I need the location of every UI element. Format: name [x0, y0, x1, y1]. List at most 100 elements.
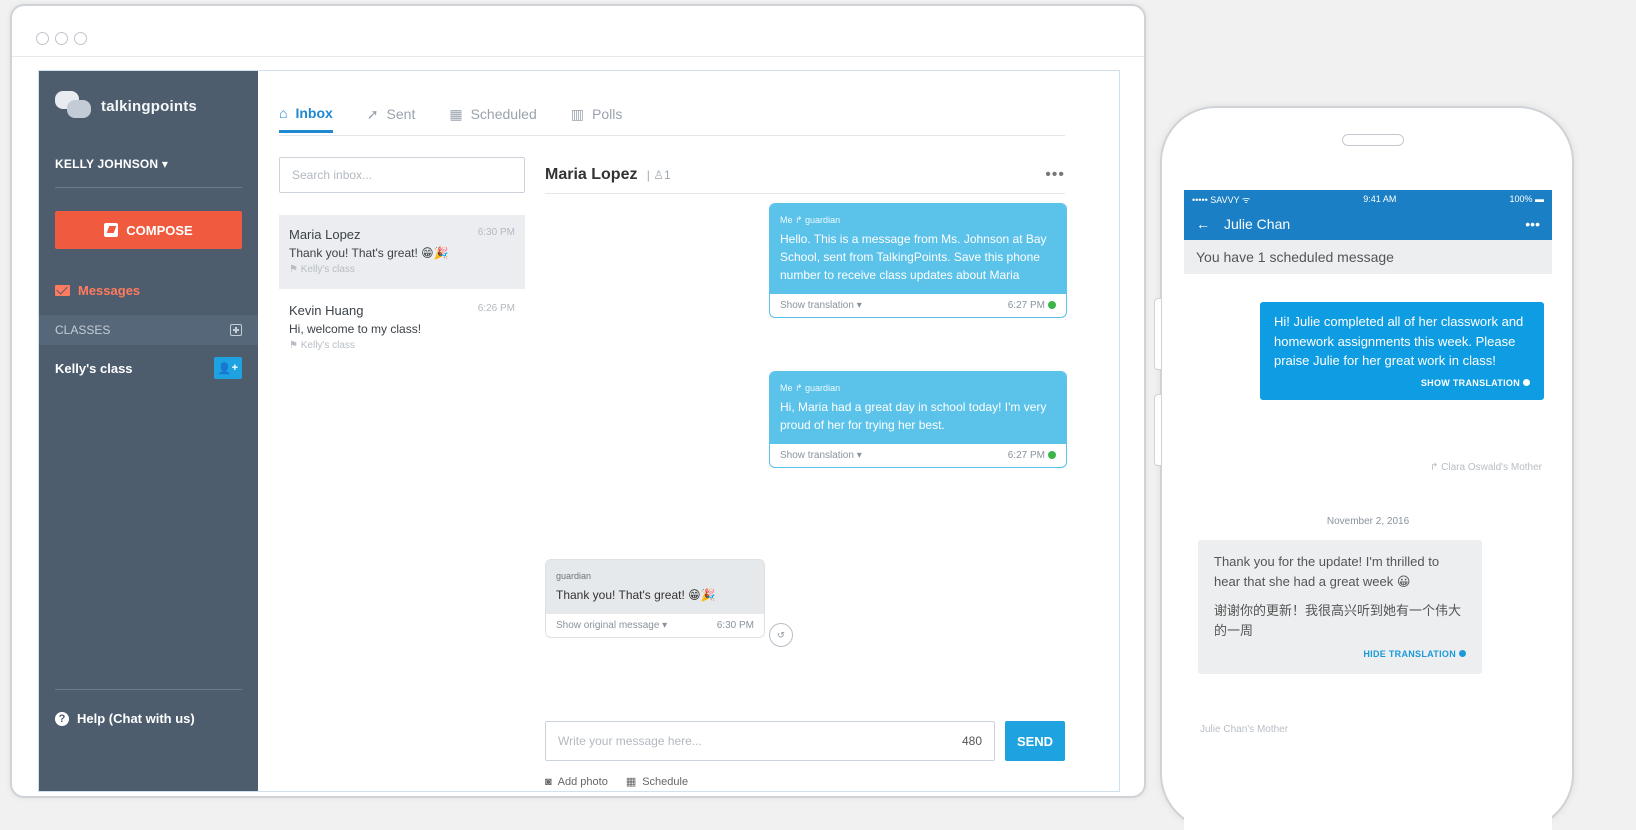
browser-window: talkingpoints KELLY JOHNSON ▾ COMPOSE Me…	[10, 4, 1146, 798]
conversation-item[interactable]: Maria Lopez 6:30 PM Thank you! That's gr…	[279, 215, 525, 289]
add-class-icon[interactable]	[230, 324, 242, 336]
envelope-icon	[55, 285, 70, 296]
thread-header: Maria Lopez | ♙1 •••	[545, 157, 1065, 194]
send-icon: ➚	[366, 105, 379, 122]
sidebar-item-label: Messages	[78, 283, 141, 298]
char-count: 480	[961, 734, 982, 748]
back-arrow-icon[interactable]: ←	[1196, 216, 1210, 232]
send-button[interactable]: SEND	[1005, 721, 1065, 761]
conversation-item[interactable]: Kevin Huang 6:26 PM Hi, welcome to my cl…	[279, 291, 525, 365]
phone-screen: ••••• SAVVY ᯤ 9:41 AM 100% ▬ ← Julie Cha…	[1184, 190, 1552, 830]
help-label: Help (Chat with us)	[77, 711, 195, 726]
message-time-value: 6:27 PM	[1007, 449, 1045, 461]
compose-button[interactable]: COMPOSE	[55, 211, 242, 249]
sidebar-item-kellys-class[interactable]: Kelly's class 👤 +	[55, 357, 242, 379]
user-menu[interactable]: KELLY JOHNSON ▾	[55, 157, 168, 171]
talkingpoints-app: talkingpoints KELLY JOHNSON ▾ COMPOSE Me…	[38, 70, 1120, 792]
bar-chart-icon: ▥	[570, 105, 584, 122]
battery-icon: ▬	[1535, 194, 1544, 204]
compose-label: COMPOSE	[126, 222, 193, 238]
brand: talkingpoints	[55, 91, 197, 121]
camera-icon: ◙	[545, 775, 552, 788]
class-name: Kelly's class	[55, 360, 133, 376]
inbox-icon: ⌂	[279, 104, 288, 121]
reply-icon[interactable]: ↺	[769, 623, 793, 647]
message-meta: Me ↱ guardian	[780, 383, 841, 393]
conversation-time: 6:26 PM	[477, 303, 515, 314]
search-input[interactable]	[279, 157, 525, 193]
incoming-message: guardian Thank you! That's great! 😁🎉 Sho…	[545, 559, 765, 638]
outgoing-message: Hi! Julie completed all of her classwork…	[1260, 302, 1544, 400]
show-original-link[interactable]: Show original message ▾	[556, 620, 667, 631]
hide-translation-link[interactable]: HIDE TRANSLATION	[1214, 648, 1466, 662]
minimize-window-button[interactable]	[55, 32, 68, 45]
guardian-icon: ♙	[653, 168, 665, 182]
thread-member-count: | ♙1	[643, 168, 671, 182]
tab-sent[interactable]: ➚ Sent	[367, 95, 416, 133]
message-meta: guardian	[556, 571, 592, 581]
tab-polls[interactable]: ▥ Polls	[571, 95, 623, 133]
help-chat-link[interactable]: ? Help (Chat with us)	[55, 711, 195, 726]
phone-nav-bar: ← Julie Chan •••	[1184, 208, 1552, 240]
show-translation-link[interactable]: Show translation ▾	[780, 300, 862, 311]
conversation-name: Kevin Huang	[289, 303, 364, 318]
tab-inbox[interactable]: ⌂ Inbox	[279, 95, 333, 133]
maximize-window-button[interactable]	[74, 32, 87, 45]
talkingpoints-logo-icon	[55, 91, 93, 121]
brand-name: talkingpoints	[101, 97, 197, 115]
scheduled-banner[interactable]: You have 1 scheduled message	[1184, 240, 1552, 274]
message-text: Thank you! That's great! 😁🎉	[556, 587, 716, 602]
translated-text: 谢谢你的更新！我很高兴听到她有一个伟大的一周	[1214, 603, 1462, 638]
message-input[interactable]: Write your message here... 480	[545, 721, 995, 761]
add-user-icon: 👤	[217, 362, 232, 375]
message-time-value: 6:27 PM	[1007, 299, 1045, 311]
conversation-class: ⚑ Kelly's class	[289, 340, 515, 351]
close-window-button[interactable]	[36, 32, 49, 45]
add-member-label: +	[231, 362, 239, 374]
message-time: 6:27 PM	[1008, 300, 1056, 311]
show-translation-link[interactable]: Show translation ▾	[780, 450, 862, 461]
conversation-preview: Hi, welcome to my class!	[289, 322, 422, 336]
conversation-time: 6:30 PM	[477, 227, 515, 238]
outgoing-message: Me ↱ guardian Hi, Maria had a great day …	[769, 371, 1067, 468]
info-icon	[1459, 650, 1466, 657]
message-sender: Julie Chan's Mother	[1200, 724, 1289, 735]
tab-label: Polls	[592, 106, 623, 122]
volume-down-button	[1154, 394, 1161, 466]
divider	[55, 187, 242, 188]
message-meta: Me ↱ guardian	[780, 215, 841, 225]
incoming-message: Thank you for the update! I'm thrilled t…	[1198, 540, 1482, 674]
schedule-button[interactable]: ▦ Schedule	[626, 775, 689, 789]
sidebar-item-messages[interactable]: Messages	[55, 283, 140, 298]
add-photo-button[interactable]: ◙ Add photo	[545, 775, 608, 788]
conversation-class-label: Kelly's class	[300, 340, 355, 351]
flag-icon: ⚑	[289, 340, 301, 351]
tab-label: Inbox	[295, 104, 333, 121]
message-text: Hello. This is a message from Ms. Johnso…	[780, 231, 1047, 282]
tab-label: Sent	[386, 106, 416, 122]
message-time: 6:30 PM	[716, 619, 754, 631]
date-separator: November 2, 2016	[1326, 516, 1410, 527]
phone-speaker	[1342, 134, 1404, 146]
carrier: ••••• SAVVY ᯤ	[1192, 194, 1251, 205]
tab-scheduled[interactable]: ▦ Scheduled	[449, 95, 536, 133]
message-recipient: ↱ Clara Oswald's Mother	[1430, 462, 1542, 473]
window-controls	[36, 32, 87, 45]
hide-translation-label: HIDE TRANSLATION	[1363, 649, 1456, 659]
classes-label: CLASSES	[55, 323, 111, 337]
add-member-button[interactable]: 👤 +	[214, 357, 242, 379]
conversation-class: ⚑ Kelly's class	[289, 264, 515, 275]
battery: 100% ▬	[1509, 194, 1544, 204]
show-translation-label: SHOW TRANSLATION	[1420, 377, 1520, 388]
message-text: Hi! Julie completed all of her classwork…	[1274, 314, 1524, 368]
more-options-icon[interactable]: •••	[1525, 216, 1540, 232]
show-translation-link[interactable]: SHOW TRANSLATION	[1274, 377, 1530, 391]
delivered-icon	[1048, 450, 1056, 459]
message-text: Hi, Maria had a great day in school toda…	[780, 399, 1047, 432]
more-options-icon[interactable]: •••	[1045, 166, 1065, 184]
compose-icon	[104, 223, 119, 237]
info-icon	[1523, 378, 1530, 386]
schedule-label: Schedule	[642, 775, 689, 788]
clock: 9:41 AM	[1363, 194, 1397, 204]
message-time: 6:27 PM	[1008, 450, 1056, 461]
